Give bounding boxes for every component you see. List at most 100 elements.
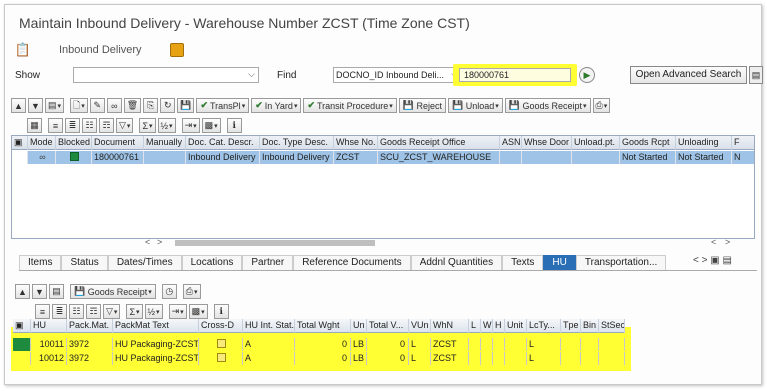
find-binoculars-icon[interactable]: ☷	[69, 304, 84, 319]
in-yard-button[interactable]: ✔ In Yard ▾	[251, 98, 302, 113]
unload-button[interactable]: 💾 Unload ▾	[447, 98, 503, 113]
column-header[interactable]: H	[493, 319, 505, 333]
up-triangle-icon[interactable]: ▲	[11, 98, 26, 113]
print-icon[interactable]: ⎙ ▾	[182, 284, 201, 299]
open-advanced-search-button[interactable]: Open Advanced Search	[630, 66, 747, 84]
tab-navigation[interactable]: < > ▣ ▤	[693, 255, 732, 266]
table-row[interactable]: 10011 3972 HU Packaging-ZCST A 0 LB 0 L …	[13, 338, 625, 351]
column-header[interactable]: HU	[31, 319, 67, 333]
sort-descending-icon[interactable]: ≣	[52, 304, 67, 319]
details-icon[interactable]: ▤ ▾	[45, 98, 65, 113]
tab-status[interactable]: Status	[61, 255, 108, 270]
column-header[interactable]: Bin	[581, 319, 599, 333]
sort-descending-icon[interactable]: ≣	[65, 118, 80, 133]
row-selector[interactable]	[12, 151, 28, 164]
column-header[interactable]: Manually	[144, 136, 186, 150]
hu-cell[interactable]: 10012	[31, 352, 67, 365]
column-header[interactable]: Whse Door	[522, 136, 572, 150]
filter-icon[interactable]: ▽ ▾	[116, 118, 134, 133]
select-all-icon[interactable]: ▣	[13, 319, 31, 333]
document-cell[interactable]: 180000761	[92, 151, 144, 164]
refresh-icon[interactable]: ↻	[160, 98, 176, 113]
display-glasses-icon[interactable]: ∞	[28, 151, 56, 164]
column-header[interactable]: ASN	[500, 136, 522, 150]
tab-addnl-quantities[interactable]: Addnl Quantities	[410, 255, 503, 270]
column-header[interactable]: VUn	[409, 319, 431, 333]
export-icon[interactable]: ⇥ ▾	[168, 304, 187, 319]
sort-ascending-icon[interactable]: ≡	[48, 118, 63, 133]
row-selector[interactable]	[13, 352, 31, 365]
column-header[interactable]: Total V...	[367, 319, 409, 333]
subtotal-icon[interactable]: ½ ▾	[157, 118, 176, 133]
copy-icon[interactable]: ⎘	[143, 98, 159, 113]
details-icon[interactable]: ▤	[49, 284, 64, 299]
up-triangle-icon[interactable]: ▲	[15, 284, 30, 299]
column-header[interactable]: LcTy...	[527, 319, 561, 333]
column-header[interactable]: Mode	[28, 136, 56, 150]
person-document-icon[interactable]: 📋	[15, 42, 31, 58]
clock-icon[interactable]: ◷	[161, 284, 177, 299]
tab-locations[interactable]: Locations	[181, 255, 243, 270]
column-header[interactable]: Blocked	[56, 136, 92, 150]
column-header[interactable]: W	[481, 319, 493, 333]
inbound-delivery-label[interactable]: Inbound Delivery	[59, 44, 142, 56]
sum-icon[interactable]: Σ ▾	[139, 118, 156, 133]
column-header[interactable]: PackMat Text	[113, 319, 199, 333]
column-header[interactable]: Document	[92, 136, 144, 150]
column-header[interactable]: Goods Rcpt	[620, 136, 676, 150]
print-icon[interactable]: ⎙ ▾	[592, 98, 611, 113]
horizontal-scrollbar[interactable]: < > < >	[145, 237, 745, 249]
subtotal-icon[interactable]: ½ ▾	[144, 304, 163, 319]
select-all-icon[interactable]: ▣	[12, 136, 28, 150]
goods-receipt-button[interactable]: 💾 Goods Receipt ▾	[504, 98, 591, 113]
scrollbar-thumb[interactable]	[175, 240, 375, 246]
delete-trash-icon[interactable]: 🗑	[123, 98, 142, 113]
column-header[interactable]: Un	[351, 319, 367, 333]
down-triangle-icon[interactable]: ▼	[28, 98, 43, 113]
column-header[interactable]: Goods Receipt Office	[378, 136, 500, 150]
info-icon[interactable]: ℹ	[226, 118, 242, 133]
find-binoculars-icon[interactable]: ☷	[82, 118, 97, 133]
column-header[interactable]: Unloading	[676, 136, 732, 150]
find-value-input[interactable]: 180000761	[459, 68, 571, 82]
tab-partner[interactable]: Partner	[242, 255, 294, 270]
scroll-right-icon[interactable]: >	[157, 237, 162, 247]
column-header[interactable]: Doc. Cat. Descr.	[186, 136, 260, 150]
tab-dates-times[interactable]: Dates/Times	[107, 255, 182, 270]
execute-search-icon[interactable]: ▶	[579, 67, 595, 83]
reject-button[interactable]: 💾 Reject	[398, 98, 446, 113]
cross-d-checkbox[interactable]	[199, 352, 243, 365]
scroll-left-icon[interactable]: <	[145, 237, 150, 247]
save-icon[interactable]: 💾	[177, 98, 195, 113]
column-header[interactable]: Tpe	[561, 319, 581, 333]
column-header[interactable]: WhN	[431, 319, 469, 333]
new-document-icon[interactable]: 🗋 ▾	[70, 98, 88, 113]
show-select[interactable]: ⌵	[73, 67, 259, 83]
info-icon[interactable]: ℹ	[213, 304, 229, 319]
column-header[interactable]: Cross-D	[199, 319, 243, 333]
column-header[interactable]: F	[732, 136, 754, 150]
display-glasses-icon[interactable]: ∞	[106, 98, 122, 113]
column-header[interactable]: Unit	[505, 319, 527, 333]
sort-ascending-icon[interactable]: ≡	[35, 304, 50, 319]
transpl-button[interactable]: ✔ TransPl ▾	[196, 98, 250, 113]
column-header[interactable]: HU Int. Stat.	[243, 319, 295, 333]
column-header[interactable]: Total Wght	[295, 319, 351, 333]
scroll-left-icon[interactable]: <	[711, 237, 716, 247]
column-header[interactable]: Unload.pt.	[572, 136, 620, 150]
filter-icon[interactable]: ▽ ▾	[103, 304, 121, 319]
tab-items[interactable]: Items	[19, 255, 62, 270]
column-header[interactable]: Doc. Type Desc.	[260, 136, 334, 150]
row-selector[interactable]	[13, 338, 31, 351]
down-triangle-icon[interactable]: ▼	[32, 284, 47, 299]
hu-goods-receipt-button[interactable]: 💾 Goods Receipt ▾	[70, 284, 156, 299]
tab-reference-documents[interactable]: Reference Documents	[293, 255, 411, 270]
table-row[interactable]: ∞ 180000761 Inbound Delivery Inbound Del…	[12, 151, 754, 164]
column-header[interactable]: L	[469, 319, 481, 333]
hu-cell[interactable]: 10011	[31, 338, 67, 351]
scroll-right-icon[interactable]: >	[725, 237, 730, 247]
column-header[interactable]: StSec	[599, 319, 625, 333]
tab-hu[interactable]: HU	[543, 255, 576, 270]
column-header[interactable]: Whse No.	[334, 136, 378, 150]
layout-icon[interactable]: ▤	[749, 66, 763, 84]
